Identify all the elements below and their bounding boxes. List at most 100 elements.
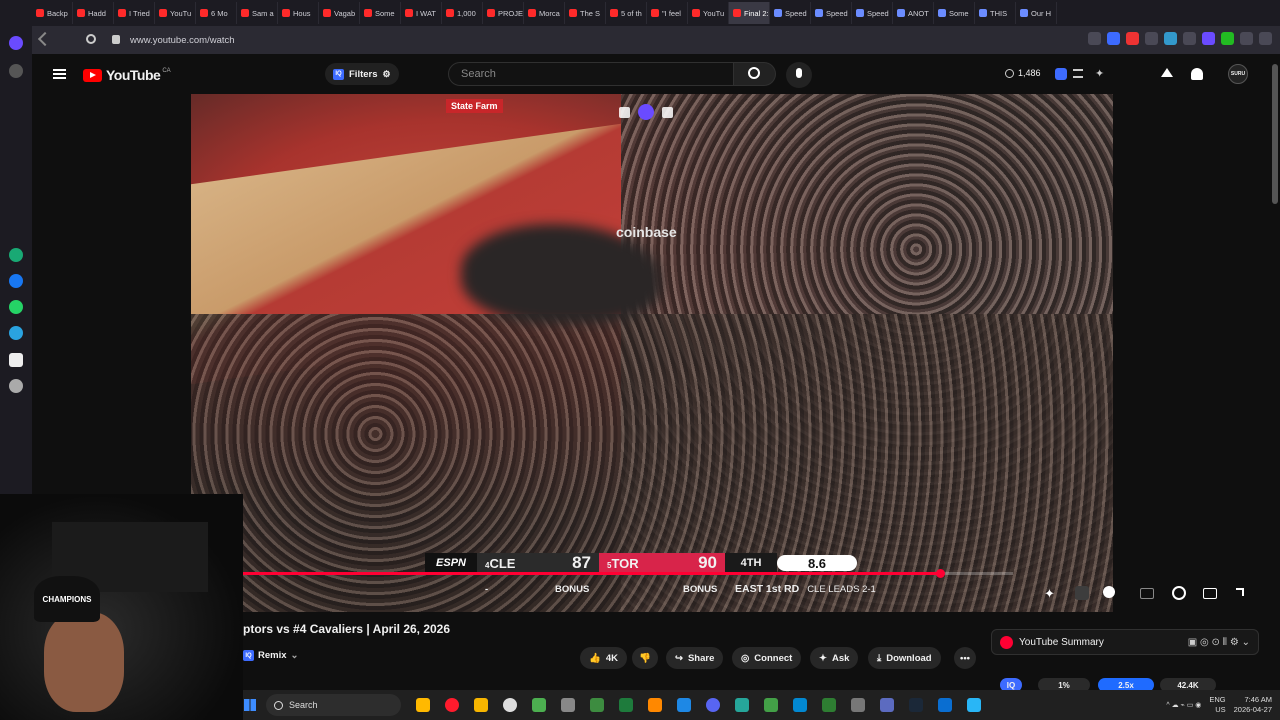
browser-tab[interactable]: Vagab xyxy=(319,2,360,24)
extension-icon[interactable] xyxy=(1202,32,1215,45)
x-icon[interactable] xyxy=(9,353,23,367)
browser-tab[interactable]: Speed xyxy=(811,2,852,24)
youtube-summary-panel[interactable]: YouTube Summary ▣ ◎ ⊙ ⦀ ⚙ ⌄ xyxy=(991,629,1259,655)
browser-tab[interactable]: Final 2:54 xyxy=(729,2,770,24)
messenger-icon[interactable] xyxy=(9,274,23,288)
browser-tab[interactable]: Sam a xyxy=(237,2,278,24)
browser-menu-area[interactable] xyxy=(0,0,32,26)
browser-tab[interactable]: YouTu xyxy=(688,2,729,24)
browser-tab[interactable]: I WAT xyxy=(401,2,442,24)
browser-tab[interactable]: Speed xyxy=(770,2,811,24)
app-icon[interactable] xyxy=(532,698,546,712)
browser-tab[interactable]: ANOT xyxy=(893,2,934,24)
progress-scrubber[interactable] xyxy=(935,569,945,578)
windows-start-icon[interactable] xyxy=(244,699,256,711)
video-player[interactable]: State Farm coinbase xyxy=(191,94,1113,612)
app-icon[interactable] xyxy=(561,698,575,712)
browser-tab[interactable]: Some xyxy=(360,2,401,24)
ask-button[interactable]: ✦ Ask xyxy=(810,647,859,669)
extension-icon[interactable] xyxy=(1088,32,1101,45)
page-scrollbar[interactable] xyxy=(1270,54,1280,690)
youtube-logo[interactable]: YouTube CA xyxy=(83,67,171,83)
like-button[interactable]: 👍 4K xyxy=(580,647,627,669)
app-icon[interactable] xyxy=(793,698,807,712)
discord-icon[interactable] xyxy=(706,698,720,712)
app-icon[interactable] xyxy=(938,698,952,712)
iq-player-icon[interactable] xyxy=(1075,586,1089,600)
extension-icon[interactable] xyxy=(1107,32,1120,45)
vlc-icon[interactable] xyxy=(648,698,662,712)
chrome-icon[interactable] xyxy=(503,698,517,712)
whatsapp-icon[interactable] xyxy=(9,300,23,314)
browser-tab[interactable]: "I feel xyxy=(647,2,688,24)
taskbar-search[interactable]: Search xyxy=(266,694,401,716)
remix-button[interactable]: IQ Remix ⌄ xyxy=(243,650,298,661)
browser-tab[interactable]: Hous xyxy=(278,2,319,24)
sparkle-icon[interactable]: ✦ xyxy=(1044,586,1058,601)
extension-icon[interactable] xyxy=(1221,32,1234,45)
copy-icon[interactable] xyxy=(619,106,630,118)
dislike-button[interactable]: 👎 xyxy=(632,647,658,669)
notifications-icon[interactable] xyxy=(1191,68,1203,80)
more-actions-button[interactable]: ••• xyxy=(954,647,976,669)
scrollbar-thumb[interactable] xyxy=(1272,64,1278,204)
browser-tab[interactable]: The S xyxy=(565,2,606,24)
share-button[interactable]: ↪ Share xyxy=(666,647,724,669)
excel-icon[interactable] xyxy=(619,698,633,712)
app-icon[interactable] xyxy=(677,698,691,712)
file-explorer-icon[interactable] xyxy=(416,698,430,712)
browser-tab[interactable]: 5 of th xyxy=(606,2,647,24)
browser-tab[interactable]: Morca xyxy=(524,2,565,24)
summary-tool-icons[interactable]: ▣ ◎ ⊙ ⦀ ⚙ ⌄ xyxy=(1188,637,1250,648)
app-icon[interactable] xyxy=(967,698,981,712)
ai-tools-icon[interactable]: ✦ xyxy=(1095,67,1111,83)
app-icon[interactable] xyxy=(474,698,488,712)
back-icon[interactable] xyxy=(37,31,53,47)
app-icon[interactable] xyxy=(880,698,894,712)
opera-icon[interactable] xyxy=(445,698,459,712)
fullscreen-icon[interactable] xyxy=(1236,588,1244,596)
avatar[interactable]: SURU xyxy=(1228,64,1248,84)
browser-tab[interactable]: 6 Mo xyxy=(196,2,237,24)
menu-icon[interactable] xyxy=(53,69,66,79)
steam-icon[interactable] xyxy=(909,698,923,712)
tray-icons[interactable]: ^ ☁ ⌁ ▭ ◉ xyxy=(1166,701,1201,709)
upload-icon[interactable] xyxy=(1161,68,1173,77)
app-icon[interactable] xyxy=(822,698,836,712)
browser-tab[interactable]: Some xyxy=(934,2,975,24)
home-icon[interactable] xyxy=(9,36,23,50)
taskbar-clock[interactable]: 7:46 AM 2026-04-27 xyxy=(1234,695,1272,715)
captions-icon[interactable] xyxy=(1140,588,1154,599)
browser-tab[interactable]: 1,000 xyxy=(442,2,483,24)
extension-icon[interactable] xyxy=(1164,32,1177,45)
history-counter[interactable]: 1,486 xyxy=(1005,68,1041,78)
app-icon[interactable] xyxy=(735,698,749,712)
browser-tab[interactable]: YouTu xyxy=(155,2,196,24)
list-icon[interactable] xyxy=(1073,69,1083,78)
search-input[interactable]: Search xyxy=(448,62,734,86)
browser-tab[interactable]: Backp xyxy=(32,2,73,24)
extension-icon[interactable] xyxy=(1145,32,1158,45)
mic-button[interactable] xyxy=(786,62,812,88)
app-icon[interactable] xyxy=(851,698,865,712)
miniplayer-icon[interactable] xyxy=(1203,588,1217,599)
search-button[interactable] xyxy=(734,62,776,86)
settings-icon[interactable] xyxy=(1172,586,1186,600)
telegram-icon[interactable] xyxy=(9,326,23,340)
ai-icon[interactable] xyxy=(1259,32,1272,45)
reload-icon[interactable] xyxy=(86,34,96,44)
progress-bar[interactable] xyxy=(243,569,1013,578)
browser-tab[interactable]: Hadd xyxy=(73,2,114,24)
iq-extension-icon[interactable] xyxy=(1055,68,1067,80)
download-button[interactable]: ⤓ Download xyxy=(868,647,941,669)
extension-icon[interactable] xyxy=(1183,32,1196,45)
connect-button[interactable]: ◎ Connect xyxy=(732,647,802,669)
autoplay-toggle[interactable] xyxy=(1103,586,1115,598)
filters-button[interactable]: IQ Filters ⚙ xyxy=(325,63,399,85)
ai-tool-icon[interactable] xyxy=(638,104,654,120)
app-icon[interactable] xyxy=(764,698,778,712)
music-icon[interactable] xyxy=(9,379,23,393)
url-text[interactable]: www.youtube.com/watch xyxy=(130,35,235,46)
browser-tab[interactable]: THIS xyxy=(975,2,1016,24)
chatgpt-icon[interactable] xyxy=(9,248,23,262)
